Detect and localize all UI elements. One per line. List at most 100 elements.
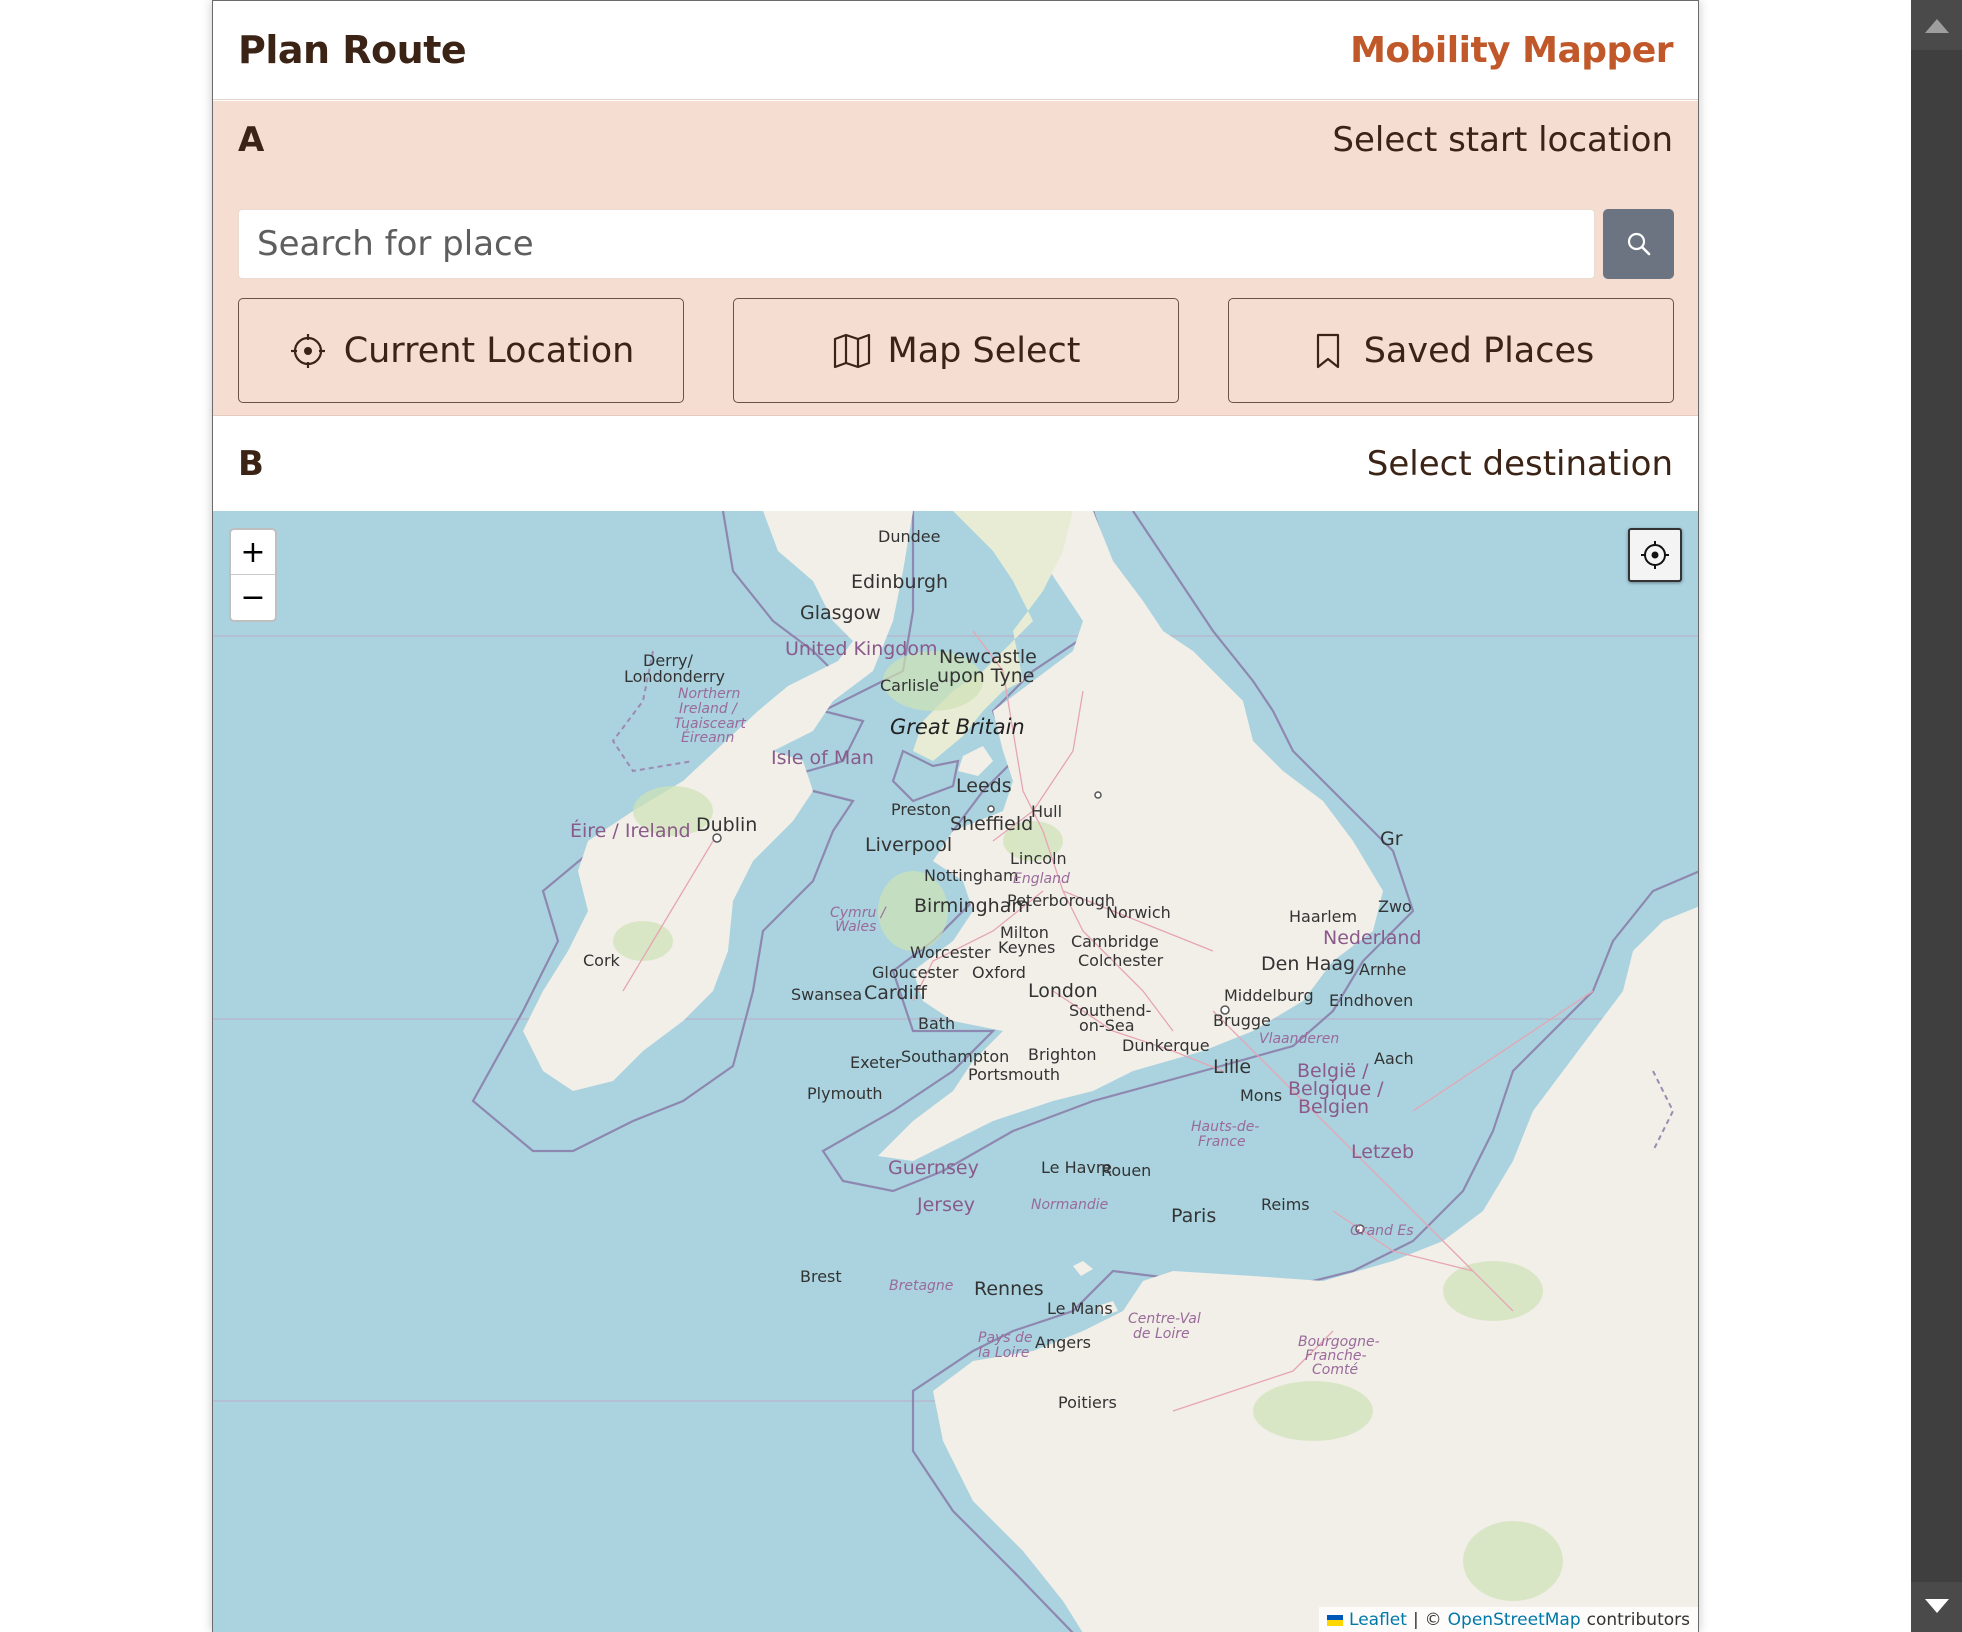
map-label-leeds: Leeds: [956, 775, 1012, 797]
map-label-vlaanderen: Vlaanderen: [1259, 1031, 1340, 1047]
map-label-southend-2: on-Sea: [1079, 1016, 1135, 1035]
map-label-derry-2: Londonderry: [624, 667, 725, 686]
map-label-liverpool: Liverpool: [865, 834, 953, 856]
map-label-reims: Reims: [1261, 1195, 1310, 1214]
map-label-letzeb: Letzeb: [1351, 1141, 1415, 1163]
map-label-centre-1: Centre-Val: [1128, 1311, 1201, 1327]
map-label-le-mans: Le Mans: [1047, 1299, 1113, 1318]
map-label-sheffield: Sheffield: [950, 813, 1034, 835]
start-marker: A: [238, 120, 265, 160]
map-label-den-haag: Den Haag: [1261, 953, 1356, 975]
map-label-jersey: Jersey: [917, 1194, 975, 1216]
map-label-guernsey: Guernsey: [888, 1157, 979, 1179]
map-label-isle-of-man: Isle of Man: [771, 747, 874, 769]
brand-logo[interactable]: Mobility Mapper: [1350, 30, 1673, 71]
map-label-eindhoven: Eindhoven: [1329, 991, 1414, 1010]
map-label-nederland: Nederland: [1323, 927, 1422, 949]
copyright-symbol: ©: [1424, 1610, 1442, 1630]
map-label-lille: Lille: [1213, 1056, 1252, 1078]
map-label-bourgogne-3: Comté: [1312, 1362, 1359, 1378]
zoom-out-button[interactable]: −: [231, 575, 275, 620]
triangle-down-icon: [1924, 1599, 1949, 1613]
map-label-southampton: Southampton: [901, 1047, 1010, 1066]
saved-places-label: Saved Places: [1363, 330, 1595, 371]
map-label-ni-4: Éireann: [681, 730, 735, 746]
scroll-up-button[interactable]: [1911, 0, 1962, 50]
map-attribution: Leaflet | © OpenStreetMap contributors: [1319, 1607, 1698, 1632]
map-label-pays-1: Pays de: [978, 1330, 1033, 1346]
destination-row-header: B Select destination: [238, 434, 1673, 494]
zoom-in-button[interactable]: +: [231, 530, 275, 575]
map-label-exeter: Exeter: [850, 1053, 902, 1072]
map-label-norwich: Norwich: [1106, 903, 1171, 922]
map-label-belgie-3: Belgien: [1298, 1096, 1370, 1118]
map-label-oxford: Oxford: [972, 963, 1026, 982]
map-label-mons: Mons: [1240, 1086, 1283, 1105]
ukraine-flag-icon: [1327, 1614, 1344, 1626]
map-label-nottingham: Nottingham: [924, 866, 1019, 885]
header: Plan Route Mobility Mapper: [213, 1, 1698, 100]
map-label-gr: Gr: [1380, 828, 1403, 850]
start-label: Select start location: [1332, 120, 1673, 160]
map-label-plymouth: Plymouth: [807, 1084, 883, 1103]
search-input[interactable]: [238, 209, 1595, 279]
crosshair-icon: [288, 331, 328, 371]
map-select-button[interactable]: Map Select: [733, 298, 1179, 403]
map-label-zwo: Zwo: [1378, 897, 1412, 916]
destination-marker: B: [238, 444, 264, 484]
map-label-poitiers: Poitiers: [1058, 1393, 1117, 1412]
map-label-middelburg: Middelburg: [1224, 986, 1314, 1005]
map-label-rouen: Rouen: [1101, 1161, 1152, 1180]
map-label-arnhe: Arnhe: [1359, 960, 1407, 979]
map-label-worcester: Worcester: [910, 943, 991, 962]
map-label-cardiff: Cardiff: [864, 982, 927, 1004]
map-label-grand-est: Grand Es: [1350, 1223, 1414, 1239]
map-view[interactable]: Dundee Edinburgh Glasgow United Kingdom …: [213, 511, 1698, 1632]
search-icon: [1627, 232, 1650, 256]
destination-label: Select destination: [1366, 444, 1673, 484]
map-label-glasgow: Glasgow: [800, 602, 881, 624]
map-label-hauts-1: Hauts-de-: [1191, 1119, 1260, 1135]
map-label-brighton: Brighton: [1028, 1045, 1097, 1064]
current-location-button[interactable]: Current Location: [238, 298, 684, 403]
map-label-edinburgh: Edinburgh: [851, 571, 949, 593]
leaflet-link[interactable]: Leaflet: [1349, 1610, 1407, 1630]
map-label-swansea: Swansea: [791, 985, 863, 1004]
map-label-hull: Hull: [1031, 802, 1063, 821]
map-label-haarlem: Haarlem: [1289, 907, 1358, 926]
scrollbar[interactable]: [1911, 0, 1962, 1632]
start-location-section: A Select start location Search for place…: [213, 101, 1698, 416]
map-label-cork: Cork: [583, 951, 620, 970]
destination-section: B Select destination: [213, 416, 1698, 511]
page-title: Plan Route: [238, 28, 467, 72]
saved-places-button[interactable]: Saved Places: [1228, 298, 1674, 403]
route-planner-panel: Plan Route Mobility Mapper A Select star…: [212, 0, 1699, 1632]
search-button[interactable]: [1603, 209, 1674, 279]
map-label-portsmouth: Portsmouth: [968, 1065, 1060, 1084]
map-label-centre-2: de Loire: [1133, 1326, 1190, 1342]
map-label-brugge: Brugge: [1213, 1011, 1271, 1030]
map-label-birmingham: Birmingham: [914, 895, 1030, 917]
locate-me-button[interactable]: [1628, 528, 1682, 582]
map-label-dundee: Dundee: [878, 527, 941, 546]
map-label-carlisle: Carlisle: [880, 676, 940, 695]
scroll-down-button[interactable]: [1911, 1582, 1962, 1632]
map-select-label: Map Select: [887, 330, 1081, 371]
map-label-angers: Angers: [1035, 1333, 1091, 1352]
map-label-cambridge: Cambridge: [1071, 932, 1159, 951]
map-label-london: London: [1028, 980, 1098, 1002]
attribution-separator: |: [1412, 1610, 1419, 1630]
map-label-eire: Éire / Ireland: [570, 820, 691, 842]
map-label-colchester: Colchester: [1078, 951, 1164, 970]
start-row-header: A Select start location: [238, 110, 1673, 170]
openstreetmap-link[interactable]: OpenStreetMap: [1448, 1610, 1581, 1630]
map-label-pays-2: la Loire: [978, 1345, 1030, 1361]
crosshair-icon: [1641, 541, 1669, 569]
map-label-gloucester: Gloucester: [872, 963, 959, 982]
map-label-rennes: Rennes: [974, 1278, 1044, 1300]
map-label-united-kingdom: United Kingdom: [785, 638, 938, 660]
map-label-milton-2: Keynes: [998, 938, 1056, 957]
map-label-dunkerque: Dunkerque: [1122, 1036, 1210, 1055]
map-label-normandie: Normandie: [1031, 1197, 1109, 1213]
map-label-hauts-2: France: [1198, 1134, 1246, 1150]
